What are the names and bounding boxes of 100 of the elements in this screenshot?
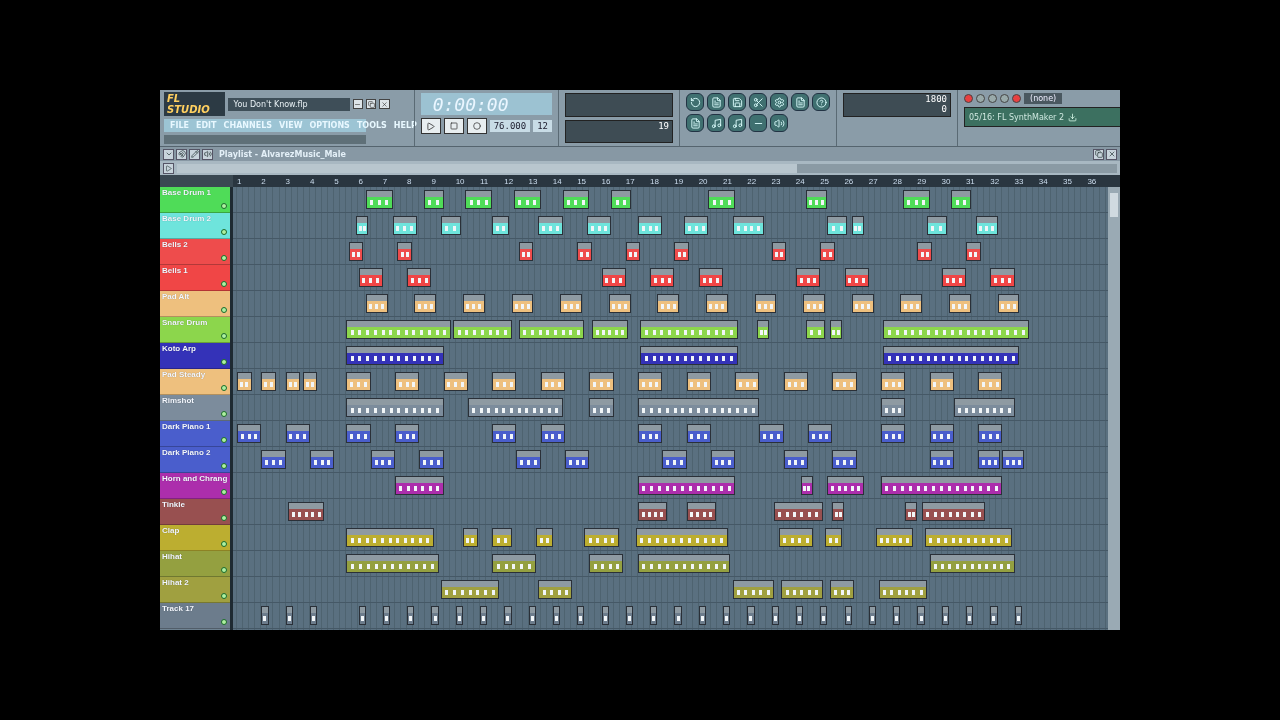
pattern-clip[interactable]	[723, 606, 731, 625]
pattern-clip[interactable]	[781, 580, 823, 599]
pattern-clip[interactable]	[346, 320, 451, 339]
pattern-clip[interactable]	[356, 216, 369, 235]
pattern-clip[interactable]	[637, 476, 736, 495]
restore-button[interactable]	[366, 99, 377, 109]
pattern-clip[interactable]	[392, 216, 417, 235]
pattern-clip[interactable]	[370, 450, 395, 469]
pattern-clip[interactable]	[949, 294, 971, 313]
toggle-light[interactable]	[1012, 94, 1022, 103]
pattern-clip[interactable]	[795, 606, 804, 625]
pattern-clip[interactable]	[966, 242, 981, 261]
toggle-light[interactable]	[976, 94, 986, 103]
pattern-clip[interactable]	[285, 372, 301, 391]
track-label[interactable]: Koto Arp	[160, 343, 230, 369]
pattern-clip[interactable]	[732, 580, 774, 599]
pattern-clip[interactable]	[346, 424, 371, 443]
pattern-clip[interactable]	[876, 528, 913, 547]
pattern-clip[interactable]	[825, 528, 843, 547]
plugin-picker[interactable]: 05/16: FL SynthMaker 2	[964, 107, 1120, 127]
menu-item[interactable]: VIEW	[279, 121, 303, 130]
pattern-clip[interactable]	[759, 424, 784, 443]
track-label[interactable]: Bells 1	[160, 265, 230, 291]
pattern-clip[interactable]	[832, 450, 857, 469]
menu-item[interactable]: CHANNELS	[223, 121, 273, 130]
pattern-clip[interactable]	[662, 450, 687, 469]
pattern-clip[interactable]	[492, 372, 517, 391]
pattern-clip[interactable]	[538, 216, 563, 235]
window-button[interactable]	[770, 114, 789, 132]
pattern-clip[interactable]	[1002, 450, 1025, 469]
pattern-clip[interactable]	[808, 424, 833, 443]
pattern-clip[interactable]	[453, 320, 512, 339]
pattern-clip[interactable]	[827, 216, 847, 235]
pattern-clip[interactable]	[518, 242, 534, 261]
pattern-clip[interactable]	[346, 528, 434, 547]
pattern-clip[interactable]	[637, 502, 668, 521]
pattern-clip[interactable]	[407, 606, 415, 625]
window-button[interactable]	[707, 114, 726, 132]
pattern-clip[interactable]	[905, 502, 918, 521]
pattern-clip[interactable]	[650, 606, 658, 625]
pattern-clip[interactable]	[589, 372, 614, 391]
pattern-clip[interactable]	[978, 450, 1000, 469]
pattern-clip[interactable]	[941, 268, 966, 287]
pattern-clip[interactable]	[577, 242, 592, 261]
tempo-field[interactable]: 76.000	[489, 120, 531, 132]
pattern-clip[interactable]	[288, 502, 325, 521]
pattern-clip[interactable]	[455, 606, 463, 625]
pattern-clip[interactable]	[851, 294, 874, 313]
pattern-clip[interactable]	[929, 424, 954, 443]
pattern-clip[interactable]	[414, 294, 437, 313]
pattern-clip[interactable]	[394, 372, 420, 391]
pattern-clip[interactable]	[591, 320, 629, 339]
pattern-clip[interactable]	[674, 606, 682, 625]
pattern-clip[interactable]	[511, 294, 534, 313]
pattern-clip[interactable]	[829, 320, 843, 339]
pattern-clip[interactable]	[637, 424, 663, 443]
pattern-clip[interactable]	[540, 372, 566, 391]
pattern-clip[interactable]	[584, 528, 619, 547]
pattern-clip[interactable]	[686, 424, 711, 443]
track-label[interactable]: Bells 2	[160, 239, 230, 265]
pattern-clip[interactable]	[929, 450, 954, 469]
minimize-button[interactable]	[352, 99, 364, 109]
pattern-clip[interactable]	[674, 242, 689, 261]
toolbar-button[interactable]	[791, 93, 810, 111]
pattern-clip[interactable]	[601, 268, 626, 287]
pattern-clip[interactable]	[516, 450, 541, 469]
pattern-clip[interactable]	[540, 424, 566, 443]
toggle-light[interactable]	[1000, 94, 1010, 103]
pattern-clip[interactable]	[880, 476, 1003, 495]
pattern-clip[interactable]	[698, 268, 723, 287]
pattern-clip[interactable]	[917, 606, 925, 625]
menu-item[interactable]: FILE	[170, 121, 189, 130]
play-button[interactable]	[163, 162, 174, 174]
pattern-clip[interactable]	[922, 502, 986, 521]
pattern-clip[interactable]	[657, 294, 680, 313]
track-label[interactable]: Base Drum 2	[160, 213, 230, 239]
track-label[interactable]: Tinkle	[160, 499, 230, 525]
pattern-clip[interactable]	[924, 528, 1013, 547]
close-button[interactable]	[1106, 148, 1117, 160]
window-button[interactable]	[749, 114, 768, 132]
pattern-clip[interactable]	[686, 502, 716, 521]
pattern-clip[interactable]	[771, 606, 779, 625]
pattern-clip[interactable]	[611, 190, 631, 209]
pattern-clip[interactable]	[625, 242, 641, 261]
pattern-clip[interactable]	[698, 606, 706, 625]
pattern-clip[interactable]	[608, 294, 631, 313]
pattern-clip[interactable]	[441, 216, 461, 235]
sound-button[interactable]	[202, 148, 213, 160]
pattern-clip[interactable]	[346, 346, 444, 365]
menu-item[interactable]: EDIT	[196, 121, 217, 130]
pattern-clip[interactable]	[589, 554, 624, 573]
pattern-clip[interactable]	[552, 606, 561, 625]
toolbar-button[interactable]	[728, 93, 747, 111]
pattern-clip[interactable]	[465, 190, 493, 209]
pattern-clip[interactable]	[492, 554, 536, 573]
track-label[interactable]: Snare Drum	[160, 317, 230, 343]
pattern-clip[interactable]	[365, 190, 393, 209]
pattern-clip[interactable]	[774, 502, 823, 521]
pattern-clip[interactable]	[710, 450, 736, 469]
pattern-clip[interactable]	[966, 606, 974, 625]
